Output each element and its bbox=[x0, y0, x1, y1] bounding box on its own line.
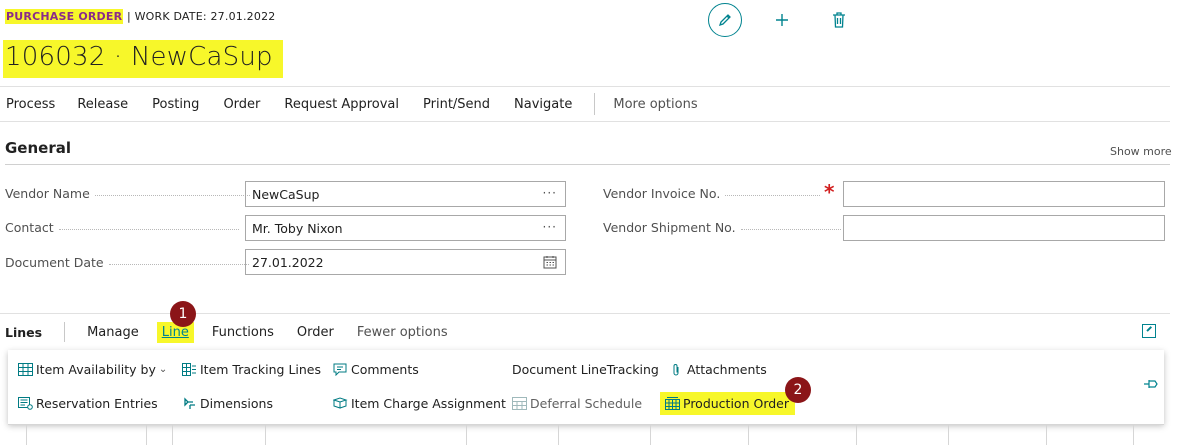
work-date-label: | WORK DATE: 27.01.2022 bbox=[126, 10, 276, 23]
menu-item-charge-assignment[interactable]: Item Charge Assignment bbox=[332, 396, 506, 411]
action-request-approval[interactable]: Request Approval bbox=[284, 97, 423, 112]
action-release[interactable]: Release bbox=[77, 97, 152, 112]
grid-column-divider bbox=[466, 424, 467, 445]
vendor-name-field[interactable]: NewCaSup ··· bbox=[245, 181, 566, 207]
action-print-send[interactable]: Print/Send bbox=[423, 97, 514, 112]
contact-label: Contact bbox=[5, 220, 239, 235]
callout-badge-2: 2 bbox=[785, 377, 811, 403]
new-button[interactable] bbox=[765, 3, 799, 37]
action-process[interactable]: Process bbox=[0, 97, 77, 112]
grid-column-divider bbox=[650, 424, 651, 445]
grid-column-divider bbox=[146, 424, 147, 445]
edit-button[interactable] bbox=[708, 3, 742, 37]
action-separator bbox=[594, 93, 596, 115]
add-icon bbox=[776, 14, 788, 26]
menu-item-comments[interactable]: Comments bbox=[332, 362, 419, 377]
vendor-invoice-no-label: Vendor Invoice No. bbox=[603, 186, 821, 201]
vendor-invoice-no-field[interactable] bbox=[843, 181, 1165, 207]
page-type-label: PURCHASE ORDER bbox=[5, 9, 124, 24]
grid-column-divider bbox=[26, 424, 27, 445]
item-tracking-icon bbox=[181, 363, 197, 377]
grid-column-divider bbox=[856, 424, 857, 445]
chevron-down-icon: ⌄ bbox=[158, 364, 168, 375]
menu-item-attachments[interactable]: Attachments bbox=[668, 362, 767, 377]
more-options-button[interactable]: More options bbox=[613, 97, 709, 112]
pin-icon[interactable] bbox=[1143, 378, 1159, 394]
menu-item-availability-by[interactable]: Item Availability by ⌄ bbox=[17, 362, 167, 377]
grid-column-divider bbox=[1046, 424, 1047, 445]
show-more-link[interactable]: Show more bbox=[1110, 145, 1172, 158]
callout-badge-1: 1 bbox=[170, 301, 196, 327]
tab-order[interactable]: Order bbox=[297, 325, 334, 340]
delete-icon bbox=[833, 12, 845, 28]
vendor-shipment-no-label: Vendor Shipment No. bbox=[603, 220, 841, 235]
menu-item-deferral-schedule[interactable]: Deferral Schedule bbox=[511, 396, 642, 411]
grid-column-divider bbox=[748, 424, 749, 445]
grid-column-divider bbox=[948, 424, 949, 445]
page-title: 106032 · NewCaSup bbox=[3, 40, 283, 78]
action-posting[interactable]: Posting bbox=[152, 97, 223, 112]
contact-field[interactable]: Mr. Toby Nixon ··· bbox=[245, 215, 566, 241]
menu-item-dimensions[interactable]: Dimensions bbox=[181, 396, 273, 411]
delete-button[interactable] bbox=[822, 3, 856, 37]
calendar-icon[interactable] bbox=[543, 255, 557, 272]
assist-edit-icon[interactable]: ··· bbox=[543, 220, 557, 234]
required-indicator: * bbox=[824, 180, 835, 204]
deferral-schedule-icon bbox=[511, 397, 527, 411]
item-availability-icon bbox=[17, 363, 33, 377]
dimensions-icon bbox=[181, 397, 197, 411]
expand-icon[interactable] bbox=[1142, 324, 1156, 338]
paperclip-icon bbox=[668, 363, 684, 377]
edit-icon bbox=[718, 14, 731, 27]
line-actions-menu: Item Availability by ⌄ Item Tracking Lin… bbox=[8, 350, 1164, 424]
production-order-icon bbox=[664, 397, 680, 411]
grid-column-divider bbox=[558, 424, 559, 445]
document-date-field[interactable]: 27.01.2022 bbox=[245, 249, 566, 275]
tab-manage[interactable]: Manage bbox=[87, 325, 139, 340]
general-section-title[interactable]: General bbox=[5, 139, 71, 157]
vendor-shipment-no-field[interactable] bbox=[843, 215, 1165, 241]
page-caption: PURCHASE ORDER | WORK DATE: 27.01.2022 bbox=[5, 9, 276, 24]
lines-separator bbox=[64, 322, 66, 342]
general-divider bbox=[5, 164, 1170, 165]
assist-edit-icon[interactable]: ··· bbox=[543, 186, 557, 200]
lines-section-title[interactable]: Lines bbox=[0, 325, 42, 340]
action-navigate[interactable]: Navigate bbox=[514, 97, 584, 112]
reservation-icon bbox=[17, 397, 33, 411]
menu-item-production-order[interactable]: Production Order bbox=[660, 392, 795, 415]
tab-functions[interactable]: Functions bbox=[212, 325, 274, 340]
action-bar: Process Release Posting Order Request Ap… bbox=[0, 86, 1170, 122]
lines-grid-header bbox=[8, 424, 1164, 445]
menu-item-reservation-entries[interactable]: Reservation Entries bbox=[17, 396, 158, 411]
charge-assignment-icon bbox=[332, 397, 348, 411]
grid-column-divider bbox=[172, 424, 173, 445]
action-order[interactable]: Order bbox=[223, 97, 284, 112]
comment-icon bbox=[332, 363, 348, 377]
fewer-options-button[interactable]: Fewer options bbox=[357, 325, 448, 340]
document-date-label: Document Date bbox=[5, 255, 249, 270]
vendor-name-label: Vendor Name bbox=[5, 186, 250, 201]
menu-item-tracking-lines[interactable]: Item Tracking Lines bbox=[181, 362, 321, 377]
menu-item-document-line-tracking[interactable]: Document LineTracking bbox=[512, 362, 659, 377]
grid-column-divider bbox=[265, 424, 266, 445]
grid-column-divider bbox=[1133, 424, 1134, 445]
